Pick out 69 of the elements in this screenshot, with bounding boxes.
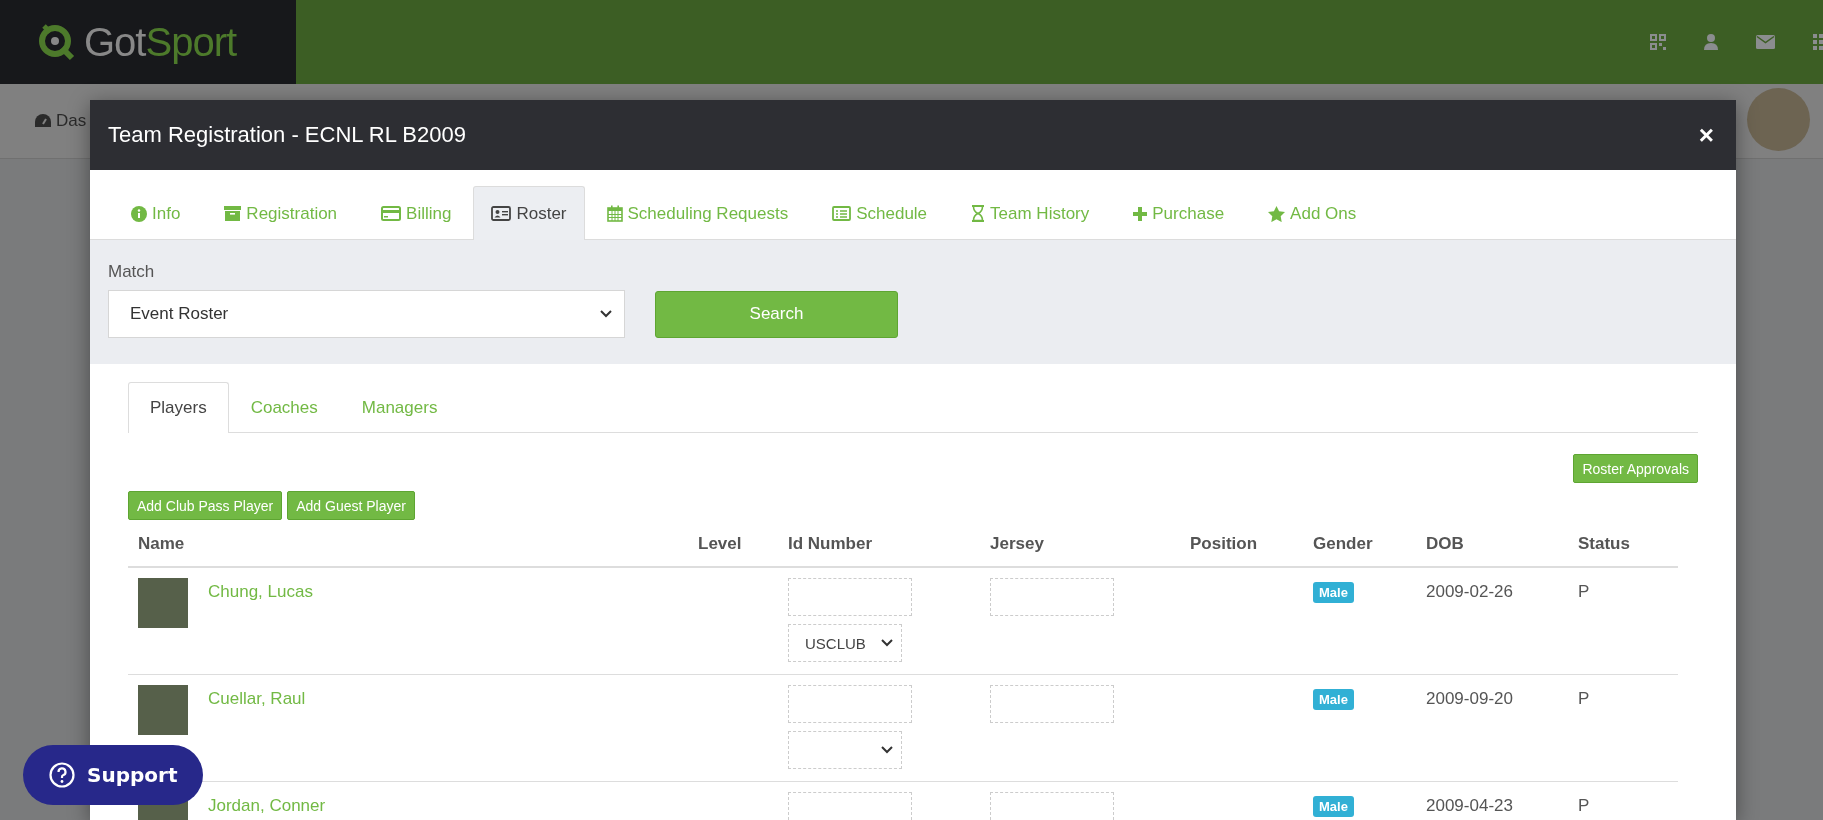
roster-approvals-button[interactable]: Roster Approvals bbox=[1573, 454, 1698, 483]
column-header: Status bbox=[1568, 524, 1678, 567]
status-text: P bbox=[1578, 582, 1590, 602]
info-icon bbox=[131, 205, 147, 222]
dashboard-icon bbox=[34, 113, 52, 129]
tab[interactable]: Team History bbox=[949, 186, 1112, 240]
list-icon bbox=[832, 206, 852, 221]
id-card-icon bbox=[491, 206, 512, 221]
envelope-icon[interactable] bbox=[1756, 35, 1775, 49]
tab[interactable]: Info bbox=[109, 186, 203, 240]
support-button[interactable]: Support bbox=[23, 745, 204, 805]
dob-text: 2009-09-20 bbox=[1426, 689, 1513, 709]
modal-title: Team Registration - ECNL RL B2009 bbox=[108, 122, 466, 148]
sub-tab[interactable]: Coaches bbox=[228, 382, 340, 433]
qr-code-icon[interactable] bbox=[1650, 34, 1666, 50]
chevron-down-icon bbox=[881, 639, 893, 647]
nav-item[interactable]: Das bbox=[56, 111, 87, 131]
dob-text: 2009-04-23 bbox=[1426, 796, 1513, 816]
add-player-button[interactable]: Add Guest Player bbox=[287, 491, 415, 520]
status-text: P bbox=[1578, 689, 1590, 709]
user-icon[interactable] bbox=[1704, 34, 1718, 50]
chevron-down-icon bbox=[600, 310, 612, 318]
player-name-link[interactable]: Jordan, Conner bbox=[208, 796, 326, 816]
column-header: Level bbox=[688, 524, 778, 567]
tab[interactable]: Scheduling Requests bbox=[584, 186, 811, 240]
add-player-button[interactable]: Add Club Pass Player bbox=[128, 491, 283, 520]
column-header: Position bbox=[1180, 524, 1303, 567]
tab[interactable]: Schedule bbox=[810, 186, 950, 240]
search-button[interactable]: Search bbox=[655, 290, 898, 338]
match-label: Match bbox=[108, 262, 156, 282]
gender-label: Male bbox=[1313, 796, 1354, 817]
photo-placeholder bbox=[138, 578, 188, 628]
hourglass-icon bbox=[971, 205, 986, 222]
column-header: Name bbox=[128, 524, 688, 567]
id-number-field[interactable] bbox=[788, 792, 912, 820]
calendar-icon bbox=[606, 205, 623, 222]
column-header: DOB bbox=[1416, 524, 1568, 567]
column-header: Gender bbox=[1303, 524, 1416, 567]
gender-label: Male bbox=[1313, 582, 1354, 603]
credit-card-icon bbox=[381, 206, 402, 221]
archive-icon bbox=[224, 206, 242, 221]
match-select[interactable]: Event Roster bbox=[108, 290, 625, 338]
player-name-link[interactable]: Chung, Lucas bbox=[208, 582, 313, 602]
player-name-link[interactable]: Cuellar, Raul bbox=[208, 689, 306, 709]
id-number-field[interactable] bbox=[788, 685, 912, 723]
jersey-field[interactable] bbox=[990, 792, 1114, 820]
jersey-field[interactable] bbox=[990, 578, 1114, 616]
column-header: Jersey bbox=[980, 524, 1180, 567]
close-button[interactable]: × bbox=[1694, 119, 1718, 151]
help-icon bbox=[49, 762, 75, 788]
id-type-select[interactable]: USCLUB bbox=[788, 624, 902, 662]
id-number-field[interactable] bbox=[788, 578, 912, 616]
gender-label: Male bbox=[1313, 689, 1354, 710]
tab[interactable]: Purchase bbox=[1111, 186, 1247, 240]
sub-tab[interactable]: Players bbox=[128, 382, 229, 433]
star-icon bbox=[1268, 205, 1286, 222]
id-type-select[interactable] bbox=[788, 731, 902, 769]
tab[interactable]: Registration bbox=[202, 186, 360, 240]
chevron-down-icon bbox=[881, 746, 893, 754]
photo-placeholder bbox=[138, 685, 188, 735]
status-text: P bbox=[1578, 796, 1590, 816]
sub-tab[interactable]: Managers bbox=[339, 382, 460, 433]
jersey-field[interactable] bbox=[990, 685, 1114, 723]
column-header: Id Number bbox=[778, 524, 980, 567]
dob-text: 2009-02-26 bbox=[1426, 582, 1513, 602]
tab[interactable]: Billing bbox=[359, 186, 474, 240]
tab[interactable]: Roster bbox=[473, 186, 585, 240]
tab[interactable]: Add Ons bbox=[1246, 186, 1379, 240]
plus-icon bbox=[1133, 206, 1148, 221]
